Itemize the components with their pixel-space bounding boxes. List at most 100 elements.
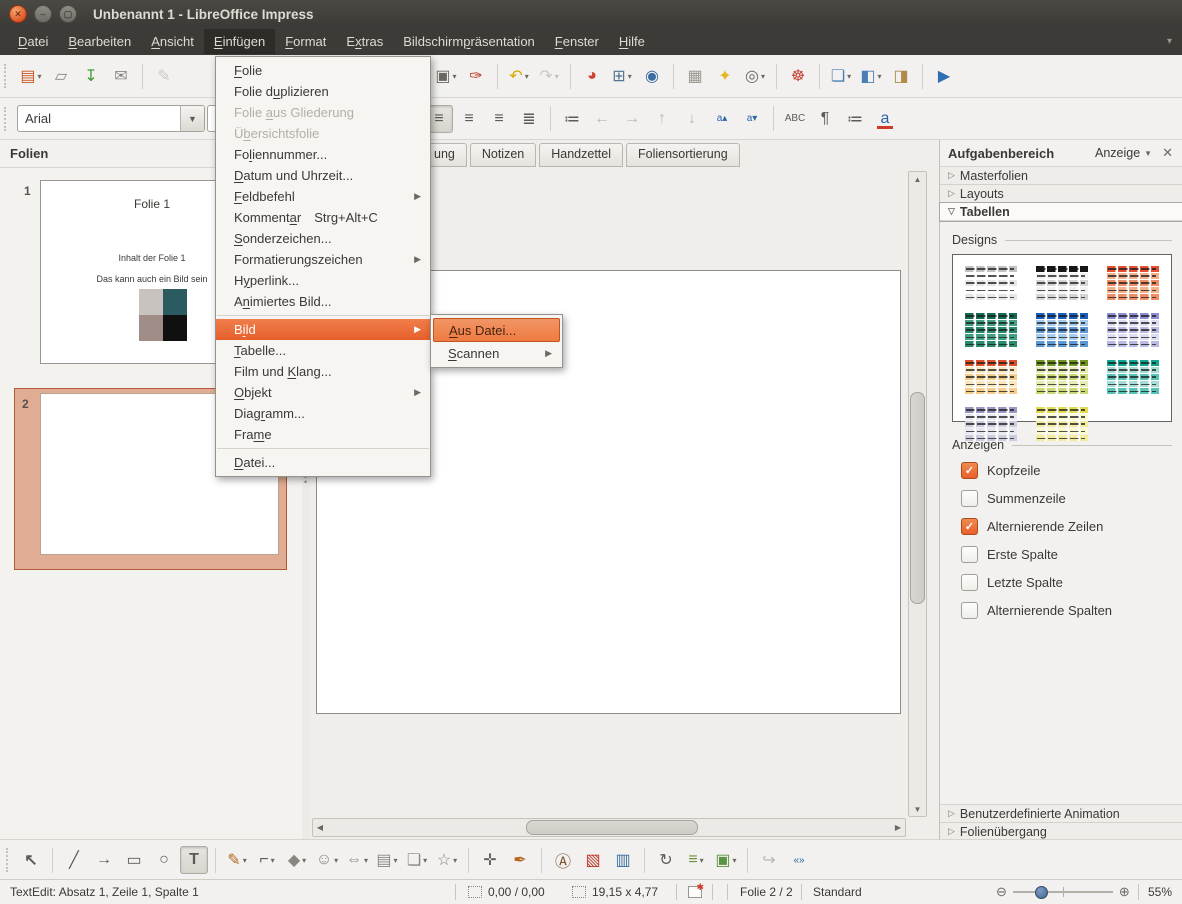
- connector-tool[interactable]: ⌐▾: [253, 846, 281, 874]
- horizontal-scrollbar-thumb[interactable]: [526, 820, 698, 835]
- navigator-icon[interactable]: ✦: [711, 62, 739, 90]
- checkbox-letzte-spalte[interactable]: Letzte Spalte: [952, 568, 1172, 596]
- dropdown-arrow-icon[interactable]: ▾: [733, 856, 737, 865]
- table-design-yellow[interactable]: [1036, 407, 1088, 441]
- save-icon[interactable]: ↧: [77, 62, 105, 90]
- email-icon[interactable]: ✉: [107, 62, 135, 90]
- new-presentation-icon[interactable]: ▤▾: [17, 62, 45, 90]
- menubar-item-format[interactable]: Format: [275, 29, 336, 54]
- view-tab-foliensortierung[interactable]: Foliensortierung: [626, 143, 740, 167]
- submenu-item-scannen[interactable]: Scannen▶: [433, 342, 560, 364]
- callouts-tool[interactable]: ❏▾: [403, 846, 431, 874]
- bullets-numbering-button[interactable]: ≔: [841, 105, 869, 133]
- zoom-percent-status[interactable]: 55%: [1148, 880, 1172, 904]
- align-center-button[interactable]: ≡: [455, 105, 483, 133]
- dropdown-arrow-icon[interactable]: ▾: [271, 856, 275, 865]
- checkbox-unchecked-icon[interactable]: [961, 602, 978, 619]
- chart-icon[interactable]: ◕: [578, 62, 606, 90]
- menubar-overflow-chevron-icon[interactable]: ▾: [1167, 36, 1172, 47]
- task-pane-section-layouts[interactable]: ▷Layouts: [940, 185, 1182, 203]
- help-icon[interactable]: ☸: [784, 62, 812, 90]
- task-pane-section-masterfolien[interactable]: ▷Masterfolien: [940, 167, 1182, 185]
- menu-item-formatierungszeichen[interactable]: Formatierungszeichen▶: [216, 249, 430, 270]
- zoom-out-icon[interactable]: ⊖: [996, 884, 1007, 900]
- maximize-window-button[interactable]: ▢: [59, 5, 77, 23]
- view-tab-notizen[interactable]: Notizen: [470, 143, 536, 167]
- font-name-dropdown-icon[interactable]: ▼: [180, 106, 204, 131]
- presentation-icon[interactable]: ▶: [930, 62, 958, 90]
- menu-item-foliennummer[interactable]: Foliennummer...: [216, 144, 430, 165]
- align-right-button[interactable]: ≡: [485, 105, 513, 133]
- basic-shapes-tool[interactable]: ◆▾: [283, 846, 311, 874]
- task-pane-close-icon[interactable]: ✕: [1162, 145, 1173, 161]
- table-design-green-yellow[interactable]: [1036, 360, 1088, 394]
- slide-layout-icon[interactable]: ◧▾: [857, 62, 885, 90]
- select-tool[interactable]: ↖: [17, 846, 45, 874]
- text-tool[interactable]: T: [180, 846, 208, 874]
- slide-design-icon[interactable]: ◨: [887, 62, 915, 90]
- character-dialog-button[interactable]: ABC: [781, 105, 809, 133]
- menubar-item-fenster[interactable]: Fenster: [545, 29, 609, 54]
- fontwork-button[interactable]: Ⓐ: [549, 846, 577, 874]
- dropdown-arrow-icon[interactable]: ▾: [453, 856, 457, 865]
- zoom-in-icon[interactable]: ⊕: [1119, 884, 1130, 900]
- menu-item-sonderzeichen[interactable]: Sonderzeichen...: [216, 228, 430, 249]
- task-pane-view-menu[interactable]: Anzeige ▼: [1095, 146, 1152, 160]
- dropdown-arrow-icon[interactable]: ▾: [453, 72, 457, 81]
- checkbox-erste-spalte[interactable]: Erste Spalte: [952, 540, 1172, 568]
- menu-item-kommentar[interactable]: KommentarStrg+Alt+C: [216, 207, 430, 228]
- vertical-scrollbar-thumb[interactable]: [910, 392, 925, 604]
- glue-points-button[interactable]: ✒: [506, 846, 534, 874]
- table-icon[interactable]: ⊞▾: [608, 62, 636, 90]
- dropdown-arrow-icon[interactable]: ▾: [334, 856, 338, 865]
- open-document-icon[interactable]: ▱: [47, 62, 75, 90]
- dropdown-arrow-icon[interactable]: ▾: [878, 72, 882, 81]
- checkbox-unchecked-icon[interactable]: [961, 574, 978, 591]
- task-pane-section-tabellen[interactable]: ▽Tabellen: [940, 203, 1182, 221]
- menubar-item-datei[interactable]: Datei: [8, 29, 58, 54]
- minimize-window-button[interactable]: –: [34, 5, 52, 23]
- character-color-button[interactable]: a: [871, 105, 899, 133]
- font-name-input[interactable]: [18, 106, 180, 131]
- dropdown-arrow-icon[interactable]: ▾: [847, 72, 851, 81]
- menu-item-datum-und-uhrzeit[interactable]: Datum und Uhrzeit...: [216, 165, 430, 186]
- menubar-item-extras[interactable]: Extras: [336, 29, 393, 54]
- checkbox-checked-icon[interactable]: ✓: [961, 462, 978, 479]
- arrow-tool[interactable]: →: [90, 846, 118, 874]
- menu-item-film-und-klang[interactable]: Film und Klang...: [216, 361, 430, 382]
- format-paintbrush-icon[interactable]: ✑: [462, 62, 490, 90]
- dropdown-arrow-icon[interactable]: ▾: [38, 72, 42, 81]
- checkbox-unchecked-icon[interactable]: [961, 546, 978, 563]
- toolbar-grip[interactable]: [4, 107, 10, 131]
- zoom-slider[interactable]: ⊖ ⊕: [996, 880, 1130, 904]
- scroll-left-icon[interactable]: ◀: [313, 819, 327, 836]
- vertical-scrollbar[interactable]: ▲ ▼: [908, 171, 927, 817]
- task-pane-section-folien-bergang[interactable]: ▷Folienübergang: [940, 822, 1182, 840]
- menubar-item-bearbeiten[interactable]: Bearbeiten: [58, 29, 141, 54]
- paste-icon[interactable]: ▣▾: [432, 62, 460, 90]
- table-design-blue[interactable]: [1036, 313, 1088, 347]
- ellipse-tool[interactable]: ○: [150, 846, 178, 874]
- menu-item-hyperlink[interactable]: Hyperlink...: [216, 270, 430, 291]
- document-modified-icon[interactable]: ✱: [688, 880, 702, 904]
- menubar-item-ansicht[interactable]: Ansicht: [141, 29, 204, 54]
- rotate-button[interactable]: ↻: [652, 846, 680, 874]
- undo-icon[interactable]: ↶▾: [505, 62, 533, 90]
- toolbar-grip[interactable]: [4, 64, 10, 88]
- rectangle-tool[interactable]: ▭: [120, 846, 148, 874]
- menubar-item-hilfe[interactable]: Hilfe: [609, 29, 655, 54]
- zoom-slider-track[interactable]: [1013, 891, 1113, 893]
- dropdown-arrow-icon[interactable]: ▾: [302, 856, 306, 865]
- display-grid-icon[interactable]: ▦: [681, 62, 709, 90]
- paragraph-dialog-button[interactable]: ¶: [811, 105, 839, 133]
- decrease-font-button[interactable]: a▾: [738, 105, 766, 133]
- dropdown-arrow-icon[interactable]: ▾: [364, 856, 368, 865]
- checkbox-unchecked-icon[interactable]: [961, 490, 978, 507]
- submenu-item-aus-datei[interactable]: Aus Datei...: [433, 318, 560, 342]
- task-pane-section-benutzerdefinierte-animation[interactable]: ▷Benutzerdefinierte Animation: [940, 804, 1182, 822]
- dropdown-arrow-icon[interactable]: ▾: [761, 72, 765, 81]
- menu-item-folie[interactable]: Folie: [216, 60, 430, 81]
- toolbar-grip[interactable]: [6, 848, 12, 872]
- bullet-list-button[interactable]: ≔: [558, 105, 586, 133]
- block-arrows-tool[interactable]: ⇔▾: [343, 846, 371, 874]
